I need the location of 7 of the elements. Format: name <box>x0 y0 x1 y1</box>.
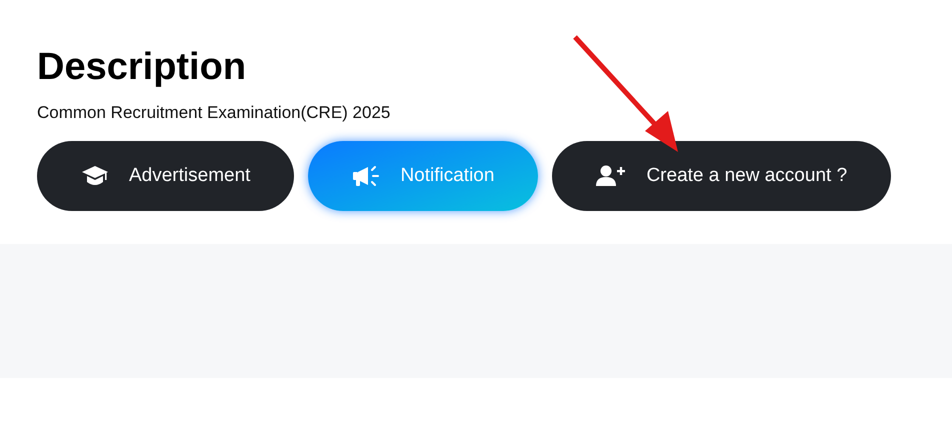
advertisement-button[interactable]: Advertisement <box>37 141 294 211</box>
create-account-button[interactable]: Create a new account ? <box>552 141 892 211</box>
subtitle: Common Recruitment Examination(CRE) 2025 <box>37 103 390 123</box>
section-title: Description <box>37 45 248 90</box>
add-user-icon <box>596 165 626 187</box>
megaphone-icon <box>352 164 380 188</box>
graduation-cap-icon <box>81 165 109 187</box>
